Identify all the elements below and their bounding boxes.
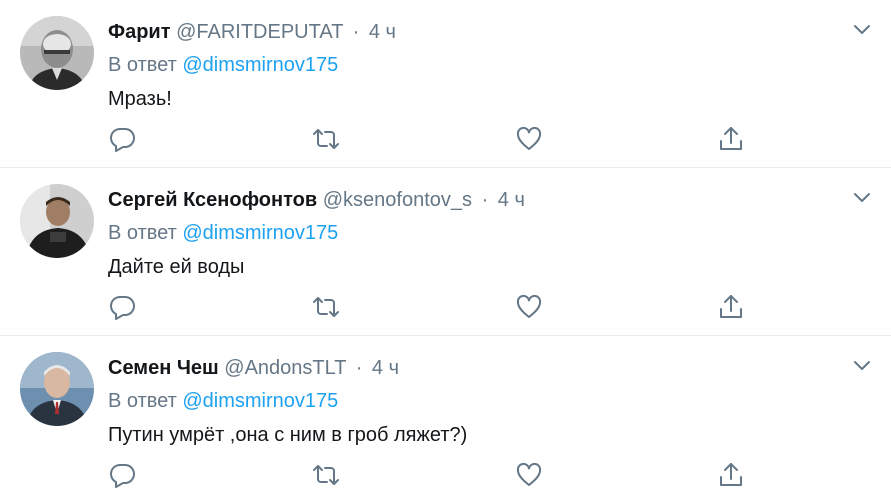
heart-icon[interactable] xyxy=(514,292,544,322)
separator-dot: · xyxy=(355,357,363,379)
tweet[interactable]: Фарит @FARITDEPUTAT · 4 ч В ответ @dimsm… xyxy=(0,0,891,168)
reply-feed: Фарит @FARITDEPUTAT · 4 ч В ответ @dimsm… xyxy=(0,0,891,501)
reply-icon[interactable] xyxy=(108,460,138,490)
avatar-photo-icon xyxy=(20,352,94,426)
retweet-icon[interactable] xyxy=(311,460,341,490)
chevron-down-icon[interactable] xyxy=(851,18,873,40)
tweet[interactable]: Семен Чеш @AndonsTLT · 4 ч В ответ @dims… xyxy=(0,336,891,501)
timestamp[interactable]: 4 ч xyxy=(498,189,525,211)
timestamp[interactable]: 4 ч xyxy=(372,357,399,379)
reply-mention-link[interactable]: @dimsmirnov175 xyxy=(182,222,338,244)
avatar[interactable] xyxy=(20,184,94,258)
reply-mention-link[interactable]: @dimsmirnov175 xyxy=(182,54,338,76)
reply-icon[interactable] xyxy=(108,124,138,154)
user-handle[interactable]: @FARITDEPUTAT xyxy=(176,21,343,43)
reply-mention-link[interactable]: @dimsmirnov175 xyxy=(182,390,338,412)
share-icon[interactable] xyxy=(716,124,746,154)
tweet-actions xyxy=(108,292,758,322)
display-name[interactable]: Семен Чеш xyxy=(108,357,219,379)
retweet-icon[interactable] xyxy=(311,292,341,322)
tweet-text: Мразь! xyxy=(108,88,172,110)
share-icon[interactable] xyxy=(716,460,746,490)
tweet-text: Путин умрёт ,она с ним в гроб ляжет?) xyxy=(108,424,468,446)
chevron-down-icon[interactable] xyxy=(851,354,873,376)
reply-context: В ответ @dimsmirnov175 xyxy=(108,51,338,79)
tweet-header: Семен Чеш @AndonsTLT · 4 ч xyxy=(108,354,399,382)
avatar[interactable] xyxy=(20,16,94,90)
reply-context: В ответ @dimsmirnov175 xyxy=(108,387,338,415)
reply-context: В ответ @dimsmirnov175 xyxy=(108,219,338,247)
tweet[interactable]: Сергей Ксенофонтов @ksenofontov_s · 4 ч … xyxy=(0,168,891,336)
heart-icon[interactable] xyxy=(514,124,544,154)
share-icon[interactable] xyxy=(716,292,746,322)
tweet-actions xyxy=(108,460,758,490)
chevron-down-icon[interactable] xyxy=(851,186,873,208)
display-name[interactable]: Сергей Ксенофонтов xyxy=(108,189,317,211)
avatar[interactable] xyxy=(20,352,94,426)
heart-icon[interactable] xyxy=(514,460,544,490)
retweet-icon[interactable] xyxy=(311,124,341,154)
user-handle[interactable]: @AndonsTLT xyxy=(224,357,346,379)
reply-prefix: В ответ xyxy=(108,390,177,412)
tweet-header: Сергей Ксенофонтов @ksenofontov_s · 4 ч xyxy=(108,186,525,214)
tweet-actions xyxy=(108,124,758,154)
tweet-text: Дайте ей воды xyxy=(108,256,245,278)
reply-prefix: В ответ xyxy=(108,54,177,76)
separator-dot: · xyxy=(481,189,489,211)
separator-dot: · xyxy=(352,21,360,43)
tweet-header: Фарит @FARITDEPUTAT · 4 ч xyxy=(108,18,396,46)
display-name[interactable]: Фарит xyxy=(108,21,171,43)
avatar-photo-icon xyxy=(20,16,94,90)
reply-icon[interactable] xyxy=(108,292,138,322)
timestamp[interactable]: 4 ч xyxy=(369,21,396,43)
user-handle[interactable]: @ksenofontov_s xyxy=(323,189,472,211)
avatar-photo-icon xyxy=(20,184,94,258)
reply-prefix: В ответ xyxy=(108,222,177,244)
